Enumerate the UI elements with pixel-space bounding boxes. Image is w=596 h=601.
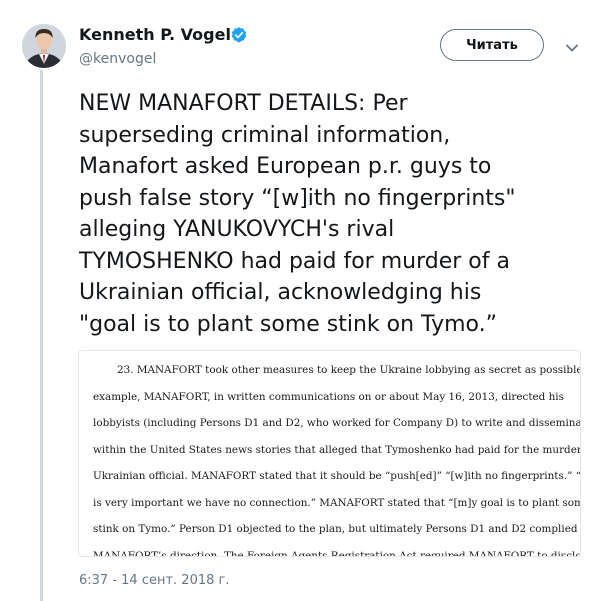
author-name[interactable]: Kenneth P. Vogel xyxy=(79,25,231,44)
chevron-down-icon[interactable] xyxy=(562,38,582,58)
document-line: MANAFORT’s direction. The Foreign Agents… xyxy=(93,549,581,557)
document-line: is very important we have no connection.… xyxy=(93,496,581,509)
tweet-text-line: superseding criminal information, xyxy=(79,122,451,148)
tweet-text-line: NEW MANAFORT DETAILS: Per xyxy=(79,91,408,116)
verified-badge-icon xyxy=(231,27,247,43)
author-handle[interactable]: @kenvogel xyxy=(79,51,156,67)
tweet-text-line: Manafort asked European p.r. guys to xyxy=(79,154,492,179)
avatar-image xyxy=(22,24,66,68)
avatar[interactable] xyxy=(22,24,66,68)
document-line: stink on Tymo.” Person D1 objected to th… xyxy=(93,523,581,535)
document-line: within the United States news stories th… xyxy=(93,443,581,456)
follow-button[interactable]: Читать xyxy=(440,29,544,61)
tweet-text-line: push false story “[w]ith no fingerprints… xyxy=(79,185,516,211)
attached-document-image[interactable]: 23. MANAFORT took other measures to keep… xyxy=(78,350,581,557)
tweet-text-line: "goal is to plant some stink on Tymo.” xyxy=(79,311,497,337)
tweet-text-line: TYMOSHENKO had paid for murder of a xyxy=(79,248,510,274)
thread-line xyxy=(40,70,43,601)
tweet-text-line: Ukrainian official, acknowledging his xyxy=(79,280,482,305)
document-line: 23. MANAFORT took other measures to keep… xyxy=(117,364,581,376)
tweet-timestamp[interactable]: 6:37 - 14 сент. 2018 г. xyxy=(79,573,229,588)
document-line: Ukrainian official. MANAFORT stated that… xyxy=(93,470,581,482)
tweet-text-line: alleging YANUKOVYCH's rival xyxy=(79,217,395,242)
document-line: example, MANAFORT, in written communicat… xyxy=(93,390,564,403)
document-excerpt: 23. MANAFORT took other measures to keep… xyxy=(93,357,581,557)
document-line: lobbyists (including Persons D1 and D2, … xyxy=(93,417,581,429)
tweet-text: NEW MANAFORT DETAILS: Per superseding cr… xyxy=(79,88,589,340)
